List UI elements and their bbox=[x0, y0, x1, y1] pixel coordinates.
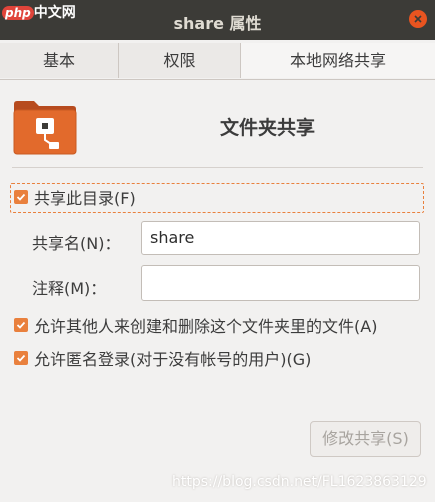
tab-basic[interactable]: 基本 bbox=[0, 43, 119, 78]
comment-label: 注释(M)： bbox=[32, 279, 107, 298]
tab-permissions[interactable]: 权限 bbox=[119, 43, 241, 78]
comment-input[interactable] bbox=[141, 265, 420, 301]
checkbox-checked-icon bbox=[14, 190, 28, 204]
section-heading: 文件夹共享 bbox=[219, 117, 315, 139]
share-name-input[interactable]: share bbox=[141, 221, 420, 255]
separator bbox=[12, 167, 423, 168]
checkbox-checked-icon bbox=[14, 351, 28, 365]
share-folder-label: 共享此目录(F) bbox=[34, 189, 136, 208]
watermark-url: https://blog.csdn.net/FL1623863129 bbox=[172, 474, 427, 490]
tab-local-network-share[interactable]: 本地网络共享 bbox=[241, 43, 435, 78]
window-title: share 属性 bbox=[173, 14, 262, 33]
modify-share-button[interactable]: 修改共享(S) bbox=[310, 421, 421, 457]
share-folder-checkbox[interactable]: 共享此目录(F) bbox=[14, 183, 136, 211]
share-name-label: 共享名(N)： bbox=[32, 234, 121, 253]
checkbox-checked-icon bbox=[14, 318, 28, 332]
allow-others-label: 允许其他人来创建和删除这个文件夹里的文件(A) bbox=[34, 317, 378, 336]
close-button[interactable] bbox=[409, 10, 427, 28]
shared-folder-icon bbox=[13, 101, 77, 155]
close-icon bbox=[414, 15, 422, 23]
guest-access-label: 允许匿名登录(对于没有帐号的用户)(G) bbox=[34, 350, 312, 369]
title-bar: php 中文网 share 属性 bbox=[0, 0, 435, 40]
guest-access-checkbox[interactable]: 允许匿名登录(对于没有帐号的用户)(G) bbox=[14, 344, 311, 372]
allow-others-checkbox[interactable]: 允许其他人来创建和删除这个文件夹里的文件(A) bbox=[14, 311, 377, 339]
tab-bar: 基本 权限 本地网络共享 bbox=[0, 43, 435, 80]
